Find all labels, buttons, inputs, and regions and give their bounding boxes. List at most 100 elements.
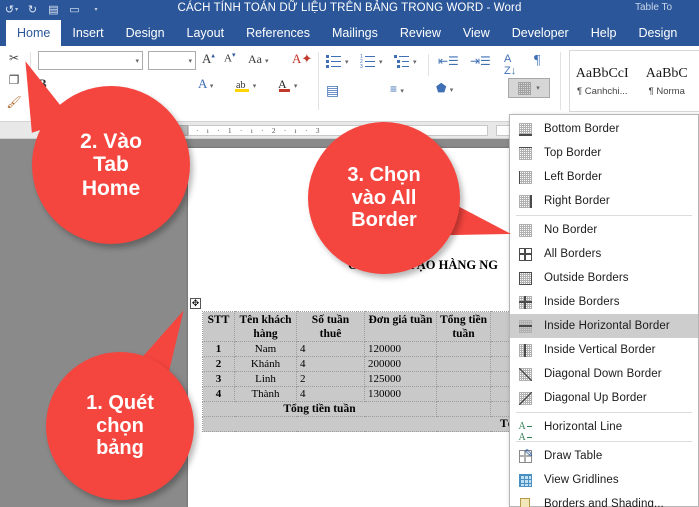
borders-button[interactable]: ▾ — [508, 78, 550, 98]
tab-help[interactable]: Help — [580, 20, 628, 46]
menu-divider — [516, 441, 692, 442]
text-highlight-icon[interactable]: ab ▾ — [234, 76, 259, 92]
numbered-list-caret-icon[interactable]: ▾ — [379, 58, 383, 66]
table-header-cell: Tên khách hàng — [234, 311, 297, 342]
menu-item-right-border[interactable]: Right Border — [510, 189, 698, 213]
inside-vertical-border-icon — [516, 341, 534, 359]
table-summary-label: Tổng tiền — [202, 416, 551, 432]
table-cell: 2 — [202, 356, 235, 372]
tab-layout[interactable]: Layout — [176, 20, 236, 46]
style-preview: AaBbC — [645, 65, 688, 81]
shrink-font-icon[interactable]: A▾ — [224, 51, 235, 65]
multilevel-list-icon[interactable] — [394, 54, 409, 68]
line-spacing-icon[interactable]: ≡ ▾ — [390, 82, 404, 96]
table-row: 3 Linh 2 125000 — [202, 371, 551, 387]
ruler-tick-labels: · ı · 1 · ı · 2 · ı · 3 — [196, 126, 323, 135]
table-cell: 4 — [296, 386, 365, 402]
menu-item-view-gridlines[interactable]: View Gridlines — [510, 468, 698, 492]
diagonal-up-border-icon — [516, 389, 534, 407]
tab-view[interactable]: View — [452, 20, 501, 46]
menu-item-left-border[interactable]: Left Border — [510, 165, 698, 189]
table-cell: 2 — [296, 371, 365, 387]
table-cell: Thành — [234, 386, 297, 402]
menu-item-label: All Borders — [544, 248, 602, 260]
table-cell: Khánh — [234, 356, 297, 372]
style-item-normal[interactable]: AaBbC ¶ Norma — [635, 51, 699, 111]
tab-review[interactable]: Review — [389, 20, 452, 46]
tab-design[interactable]: Design — [115, 20, 176, 46]
shading-icon[interactable]: ⬟ ▾ — [436, 81, 453, 95]
no-border-icon — [516, 221, 534, 239]
callout-1-line-3: bảng — [96, 437, 144, 460]
menu-item-top-border[interactable]: Top Border — [510, 141, 698, 165]
grow-font-icon[interactable]: A▴ — [202, 51, 215, 67]
tab-home[interactable]: Home — [6, 20, 62, 46]
table-row: 2 Khánh 4 200000 — [202, 356, 551, 372]
table-row: 4 Thành 4 130000 — [202, 386, 551, 402]
font-color-icon[interactable]: A ▾ — [278, 76, 301, 92]
menu-item-diagonal-up-border[interactable]: Diagonal Up Border — [510, 386, 698, 410]
draw-table-icon: ✎ — [516, 447, 534, 465]
table-cell — [436, 401, 491, 417]
borders-dropdown-menu[interactable]: Bottom Border Top Border Left Border Rig… — [509, 114, 699, 507]
table-summary-label: Tổng tiền tuần — [202, 401, 437, 417]
menu-item-label: Horizontal Line — [544, 421, 623, 433]
borders-icon — [518, 81, 532, 95]
style-item-canhchi[interactable]: AaBbCcI ¶ Canhchi... — [570, 51, 635, 111]
horizontal-line-icon: A A — [516, 418, 534, 443]
tab-table-design[interactable]: Design — [627, 20, 688, 46]
menu-item-all-borders[interactable]: All Borders — [510, 242, 698, 266]
bullet-list-caret-icon[interactable]: ▾ — [345, 58, 349, 66]
callout-2-line-3: Home — [81, 176, 141, 200]
inside-borders-icon — [516, 293, 534, 311]
clear-formatting-icon[interactable]: A✦ — [292, 51, 312, 67]
menu-item-outside-borders[interactable]: Outside Borders — [510, 266, 698, 290]
table-cell — [436, 356, 491, 372]
menu-item-label: Bottom Border — [544, 123, 620, 135]
menu-item-inside-vertical-border[interactable]: Inside Vertical Border — [510, 338, 698, 362]
change-case-icon[interactable]: Aa ▾ — [248, 52, 269, 67]
data-table[interactable]: STT Tên khách hàng Số tuần thuê Đơn giá … — [202, 311, 551, 432]
numbered-list-icon[interactable]: 1 2 3 — [360, 54, 375, 70]
menu-item-label: Inside Horizontal Border — [544, 320, 670, 332]
tab-developer[interactable]: Developer — [501, 20, 580, 46]
multilevel-list-caret-icon[interactable]: ▾ — [413, 58, 417, 66]
menu-item-draw-table[interactable]: ✎ Draw Table — [510, 444, 698, 468]
bullet-list-icon[interactable] — [326, 54, 341, 68]
style-name: ¶ Norma — [648, 85, 685, 97]
menu-item-horizontal-line[interactable]: A A Horizontal Line — [510, 415, 698, 443]
align-left-icon[interactable]: ▤ — [326, 82, 339, 99]
group-divider — [318, 52, 319, 110]
menu-item-label: No Border — [544, 224, 598, 236]
bottom-border-icon — [516, 120, 534, 138]
menu-item-diagonal-down-border[interactable]: Diagonal Down Border — [510, 362, 698, 386]
show-formatting-marks-icon[interactable]: ¶ — [534, 53, 540, 69]
all-borders-icon — [516, 245, 534, 263]
menu-item-label: Draw Table — [544, 450, 603, 462]
tab-insert[interactable]: Insert — [61, 20, 114, 46]
decrease-indent-icon[interactable]: ⇤☰ — [438, 54, 459, 68]
left-border-icon — [516, 168, 534, 186]
table-move-handle-icon[interactable]: ✥ — [190, 298, 201, 309]
borders-dropdown-caret-icon[interactable]: ▾ — [536, 84, 540, 92]
callout-3-line-3: Border — [351, 209, 417, 232]
increase-indent-icon[interactable]: ⇥☰ — [470, 54, 491, 68]
sort-icon[interactable]: A Z↓ — [504, 53, 516, 77]
menu-item-no-border[interactable]: No Border — [510, 218, 698, 242]
word-application-window: ↺ ▾ ↻ ▤ ▭ ▾ CÁCH TÍNH TOÁN DỮ LIỆU TRÊN B… — [0, 0, 699, 507]
tab-mailings[interactable]: Mailings — [321, 20, 389, 46]
text-effects-icon[interactable]: A ▾ — [198, 76, 213, 92]
menu-divider — [516, 215, 692, 216]
tab-references[interactable]: References — [235, 20, 321, 46]
menu-item-label: Borders and Shading... — [544, 498, 664, 507]
table-summary-row: Tổng tiền tuần — [202, 401, 551, 417]
font-size-combo[interactable]: ▾ — [148, 51, 196, 70]
menu-item-borders-and-shading[interactable]: Borders and Shading... — [510, 492, 698, 507]
ribbon-tab-bar: Home Insert Design Layout References Mai… — [0, 20, 699, 46]
contextual-tools-label: Table To — [635, 2, 673, 13]
menu-item-inside-horizontal-border[interactable]: Inside Horizontal Border — [510, 314, 698, 338]
callout-1-line-2: chọn — [96, 414, 144, 437]
callout-2-line-2: Tab — [93, 153, 129, 177]
menu-item-bottom-border[interactable]: Bottom Border — [510, 117, 698, 141]
menu-item-inside-borders[interactable]: Inside Borders — [510, 290, 698, 314]
